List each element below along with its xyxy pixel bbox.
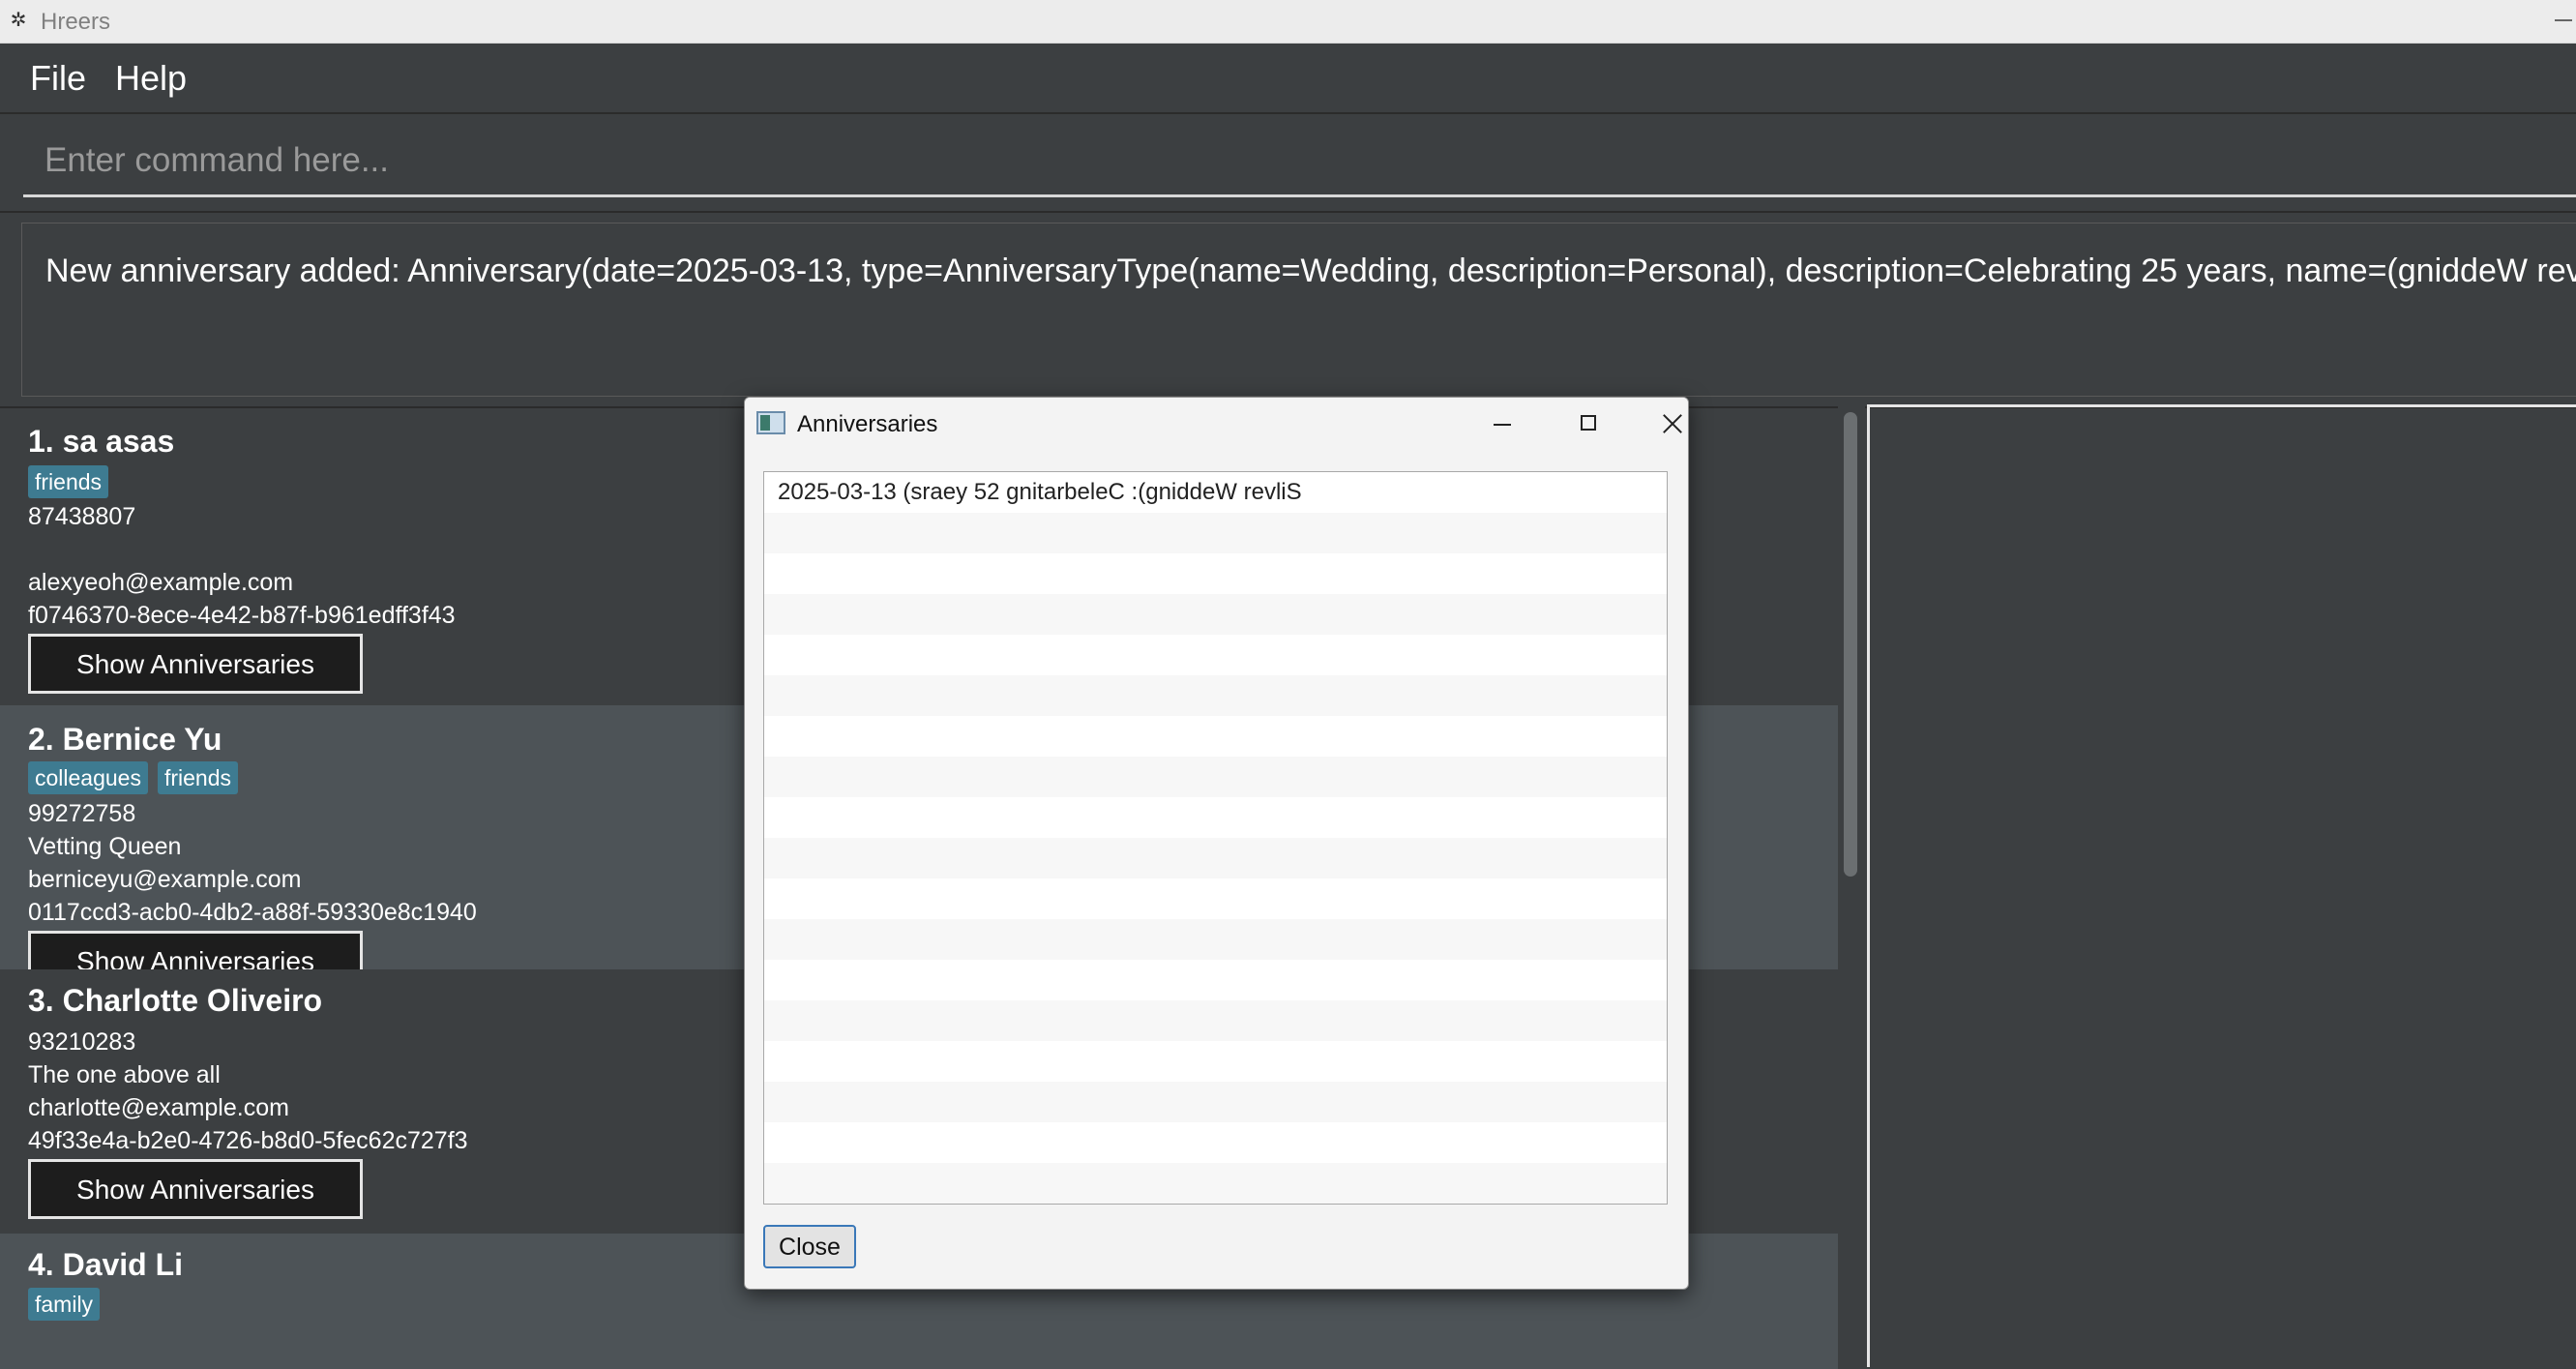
person-name: 2. Bernice Yu (28, 722, 222, 757)
list-item-empty (764, 757, 1667, 797)
person-phone: 87438807 (28, 503, 136, 530)
maximize-icon[interactable] (1550, 398, 1627, 452)
person-phone: 99272758 (28, 800, 136, 827)
person-email: alexyeoh@example.com (28, 569, 294, 596)
list-item-empty (764, 513, 1667, 553)
list-item-empty (764, 1041, 1667, 1082)
list-item-empty (764, 1082, 1667, 1122)
menu-help[interactable]: Help (115, 44, 187, 111)
list-item-empty (764, 838, 1667, 878)
person-name: 3. Charlotte Oliveiro (28, 983, 323, 1018)
list-item-empty (764, 594, 1667, 635)
list-item-empty (764, 878, 1667, 919)
list-item-empty (764, 675, 1667, 716)
close-button[interactable]: Close (763, 1225, 856, 1268)
person-email: charlotte@example.com (28, 1094, 289, 1121)
tag: friends (28, 465, 109, 498)
dialog-titlebar: Anniversaries (745, 398, 1688, 452)
person-name: 4. David Li (28, 1247, 184, 1282)
person-id: 0117ccd3-acb0-4db2-a88f-59330e8c1940 (28, 899, 477, 926)
dialog-title: Anniversaries (797, 411, 938, 437)
person-email: berniceyu@example.com (28, 866, 302, 893)
tag-list: family (28, 1288, 109, 1321)
menu-bar: File Help (0, 44, 2576, 111)
list-item-empty (764, 553, 1667, 594)
person-phone: 93210283 (28, 1028, 136, 1056)
anniversary-list[interactable]: 2025-03-13 (sraey 52 gnitarbeleC :(gnidd… (763, 471, 1668, 1205)
anniversaries-dialog: Anniversaries 2025-03-13 (sraey 52 gnita… (744, 397, 1689, 1290)
tag: family (28, 1288, 101, 1321)
window-title: Hreers (41, 9, 111, 35)
show-anniversaries-button[interactable]: Show Anniversaries (28, 634, 363, 694)
minimize-icon[interactable] (1463, 398, 1540, 452)
command-input[interactable] (23, 126, 2576, 197)
menu-file[interactable]: File (30, 44, 86, 111)
person-id: 49f33e4a-b2e0-4726-b8d0-5fec62c727f3 (28, 1127, 468, 1154)
tag: colleagues (28, 761, 148, 794)
tag: friends (157, 761, 239, 794)
list-item-empty (764, 635, 1667, 675)
list-item-empty (764, 1163, 1667, 1204)
app-icon: ✲ (10, 10, 27, 31)
list-item-empty (764, 1000, 1667, 1041)
person-name: 1. sa asas (28, 424, 175, 459)
result-text: New anniversary added: Anniversary(date=… (45, 253, 2576, 289)
tag-list: friends (28, 465, 118, 498)
window-icon (756, 411, 785, 434)
person-id: f0746370-8ece-4e42-b87f-b961edff3f43 (28, 602, 456, 629)
person-role: Vetting Queen (28, 833, 182, 860)
list-item-empty (764, 1122, 1667, 1163)
list-item-empty (764, 716, 1667, 757)
person-role: The one above all (28, 1061, 221, 1088)
detail-frame (1867, 404, 2576, 1367)
scroll-thumb[interactable] (1844, 412, 1857, 877)
close-icon[interactable] (1633, 398, 1688, 452)
minimize-icon[interactable] (2547, 0, 2576, 43)
list-item-empty (764, 960, 1667, 1000)
show-anniversaries-button[interactable]: Show Anniversaries (28, 1159, 363, 1219)
list-scrollbar[interactable] (1838, 406, 1863, 1367)
result-frame: New anniversary added: Anniversary(date=… (21, 223, 2576, 397)
window-titlebar: ✲ Hreers (0, 0, 2576, 44)
list-item[interactable]: 2025-03-13 (sraey 52 gnitarbeleC :(gnidd… (764, 472, 1667, 513)
list-item-empty (764, 797, 1667, 838)
tag-list: colleagues friends (28, 761, 248, 794)
result-display: New anniversary added: Anniversary(date=… (0, 211, 2576, 406)
command-box (0, 112, 2576, 211)
list-item-empty (764, 919, 1667, 960)
